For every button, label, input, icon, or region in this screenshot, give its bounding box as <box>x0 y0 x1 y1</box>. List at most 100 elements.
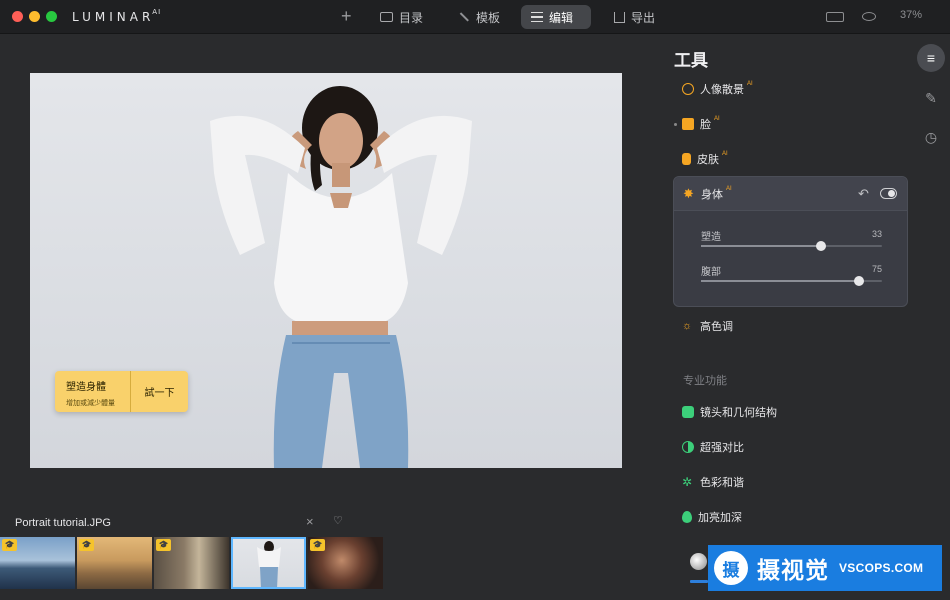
body-tool-header[interactable]: ✸ 身体 AI ↶ <box>674 177 907 211</box>
panel-title: 工具 <box>674 51 708 70</box>
ai-badge: AI <box>726 186 732 192</box>
bokeh-icon <box>682 83 694 95</box>
watermark-banner: 摄 摄视觉 VSCOPS.COM <box>708 545 942 591</box>
slider-abdomen[interactable] <box>701 276 882 286</box>
camera-icon <box>682 406 694 418</box>
thumbnail-portrait <box>257 541 281 589</box>
drop-icon <box>682 511 692 523</box>
avatar[interactable] <box>690 553 707 570</box>
plus-icon[interactable]: + <box>341 6 352 26</box>
template-badge-icon: 🎓 <box>2 539 17 551</box>
tool-lens-geometry[interactable]: 镜头和几何结构 <box>682 402 777 422</box>
tool-label: 超强对比 <box>700 442 744 454</box>
filmstrip: 🎓 🎓 🎓 🎓 <box>0 537 383 589</box>
slider-knob[interactable] <box>816 241 827 251</box>
slider-label-shape: 塑造 <box>701 232 721 243</box>
tool-super-contrast[interactable]: 超强对比 <box>682 437 744 457</box>
watermark-en-text: VSCOPS.COM <box>839 561 924 575</box>
modified-indicator <box>674 123 677 126</box>
tool-label: 色彩和谐 <box>700 477 744 489</box>
tooltip-text: 塑造身體 增加或減少體量 <box>55 371 131 412</box>
tool-skin[interactable]: 皮肤 AI <box>682 149 728 169</box>
slider-value-shape: 33 <box>871 229 882 239</box>
tool-label: 脸 <box>700 119 711 131</box>
tool-label: 高色调 <box>700 321 733 333</box>
watermark-logo-icon: 摄 <box>714 551 748 585</box>
tab-templates[interactable]: 模板 <box>448 5 510 29</box>
tool-face[interactable]: 脸 AI <box>682 114 720 134</box>
template-badge-icon: 🎓 <box>310 539 325 551</box>
side-icon-rail: ≡ ✎ ◷ <box>912 34 950 600</box>
tool-high-key[interactable]: ☼ 高色调 <box>682 316 733 336</box>
top-toolbar: LUMINARAI + 目录 模板 编辑 导出 37% <box>0 0 950 34</box>
tab-export-label: 导出 <box>631 10 656 25</box>
minimize-window-button[interactable] <box>29 11 40 22</box>
try-it-button[interactable]: 試一下 <box>131 371 188 412</box>
slider-fill <box>701 280 860 282</box>
slider-label-abdomen: 腹部 <box>701 267 721 278</box>
body-figure-icon: ✸ <box>683 186 694 201</box>
close-window-button[interactable] <box>12 11 23 22</box>
toggle-switch[interactable] <box>880 188 897 199</box>
high-key-icon: ☼ <box>682 320 693 332</box>
tab-templates-label: 模板 <box>476 10 501 25</box>
tab-catalog-label: 目录 <box>399 10 424 25</box>
contrast-icon <box>682 441 694 453</box>
image-filename: Portrait tutorial.JPG <box>15 517 111 529</box>
tool-portrait-bokeh[interactable]: 人像散景 AI <box>682 79 753 99</box>
sliders-icon <box>531 12 543 22</box>
feature-tooltip: 塑造身體 增加或減少體量 試一下 <box>55 371 188 412</box>
skin-icon <box>682 153 691 165</box>
tooltip-title: 塑造身體 <box>66 382 106 393</box>
tool-label: 人像散景 <box>700 84 744 96</box>
maximize-window-button[interactable] <box>46 11 57 22</box>
tool-label: 镜头和几何结构 <box>700 407 777 419</box>
app-logo: LUMINARAI <box>72 8 162 24</box>
heart-icon[interactable]: ♡ <box>333 514 343 527</box>
thumbnail-4-selected[interactable] <box>231 537 306 589</box>
ai-badge: AI <box>722 151 728 157</box>
watermark-cn-text: 摄视觉 <box>757 557 829 583</box>
thumbnail-2[interactable]: 🎓 <box>77 537 152 589</box>
tool-dodge-burn[interactable]: 加亮加深 <box>682 507 742 527</box>
tab-export[interactable]: 导出 <box>604 5 665 29</box>
tab-edit[interactable]: 编辑 <box>521 5 591 29</box>
zoom-level[interactable]: 37% <box>900 9 922 21</box>
history-clock-icon[interactable]: ◷ <box>917 123 945 151</box>
brush-icon[interactable]: ✎ <box>917 84 945 112</box>
slider-knob[interactable] <box>854 276 865 286</box>
body-tool-card: ✸ 身体 AI ↶ 塑造 33 腹部 75 <box>673 176 908 307</box>
tooltip-subtitle: 增加或減少體量 <box>66 400 115 407</box>
folder-icon <box>380 12 393 22</box>
thumbnail-1[interactable]: 🎓 <box>0 537 75 589</box>
ai-badge: AI <box>714 116 720 122</box>
tool-color-harmony[interactable]: ✲ 色彩和谐 <box>682 472 744 492</box>
compare-icon[interactable] <box>826 12 844 22</box>
avatar-indicator <box>690 580 708 583</box>
close-icon[interactable]: × <box>306 514 314 529</box>
tab-edit-label: 编辑 <box>549 10 574 25</box>
template-badge-icon: 🎓 <box>156 539 171 551</box>
tool-label: 加亮加深 <box>698 512 742 524</box>
tool-body[interactable]: ✸ 身体 AI <box>683 184 732 204</box>
pro-section-header: 专业功能 <box>683 375 727 387</box>
gear-icon: ✲ <box>682 475 693 489</box>
tools-sliders-icon[interactable]: ≡ <box>917 44 945 72</box>
face-icon <box>682 118 694 130</box>
tool-label: 身体 <box>701 189 723 201</box>
undo-icon[interactable]: ↶ <box>858 186 869 202</box>
template-badge-icon: 🎓 <box>79 539 94 551</box>
tab-catalog[interactable]: 目录 <box>370 5 433 29</box>
ai-badge: AI <box>747 81 753 87</box>
tool-label: 皮肤 <box>697 154 719 166</box>
slider-value-abdomen: 75 <box>871 264 882 274</box>
magic-wand-icon <box>458 11 470 23</box>
luminar-window: LUMINARAI + 目录 模板 编辑 导出 37% 塑造身體 增加或減少體量… <box>0 0 950 600</box>
export-icon <box>614 11 625 23</box>
slider-shape[interactable] <box>701 241 882 251</box>
eye-icon[interactable] <box>862 12 876 21</box>
tools-panel: 工具 人像散景 AI 脸 AI 皮肤 AI ✸ 身体 AI ↶ 塑造 33 腹部… <box>664 34 912 600</box>
thumbnail-3[interactable]: 🎓 <box>154 537 229 589</box>
thumbnail-5[interactable]: 🎓 <box>308 537 383 589</box>
slider-fill <box>701 245 822 247</box>
